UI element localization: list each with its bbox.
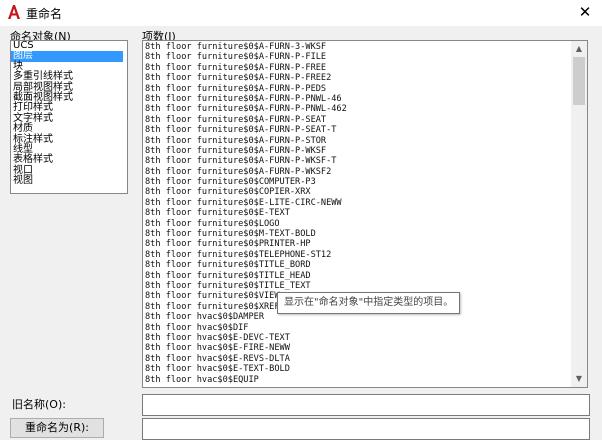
list-item[interactable]: 8th floor hvac$0$EQUIP bbox=[145, 375, 347, 385]
list-item[interactable]: 8th floor furniture$0$LOGO bbox=[145, 219, 347, 229]
list-item[interactable]: 8th floor furniture$0$A-FURN-P-WKSF2 bbox=[145, 167, 347, 177]
named-objects-list[interactable]: UCS 图层块多重引线样式 局部视图样式 截面视图样式 打印样式 文字样式 材质 标注样式 线型… bbox=[10, 40, 128, 194]
title-bar: 重命名 ✕ bbox=[0, 0, 602, 26]
type-item[interactable]: 视图 bbox=[11, 175, 127, 186]
old-name-field[interactable] bbox=[142, 394, 590, 416]
scroll-down-icon[interactable]: ▼ bbox=[571, 372, 587, 386]
list-item[interactable]: 8th floor furniture$0$M-TEXT-BOLD bbox=[145, 229, 347, 239]
list-item[interactable]: 8th floor hvac$0$E-FIRE-NEWW bbox=[145, 343, 347, 353]
scroll-up-icon[interactable]: ▲ bbox=[571, 42, 587, 56]
scroll-thumb[interactable] bbox=[573, 57, 585, 105]
list-item[interactable]: 8th floor furniture$0$TITLE_BORD bbox=[145, 260, 347, 270]
list-item[interactable]: 8th floor hvac$0$E-TEXT-BOLD bbox=[145, 364, 347, 374]
list-item[interactable]: 8th floor furniture$0$TITLE_TEXT bbox=[145, 281, 347, 291]
list-item[interactable]: 8th floor furniture$0$TITLE_HEAD bbox=[145, 271, 347, 281]
list-item[interactable]: 8th floor furniture$0$COPIER-XRX bbox=[145, 187, 347, 197]
type-item[interactable]: 多重引线样式 bbox=[11, 71, 127, 82]
list-item[interactable]: 8th floor furniture$0$A-FURN-P-PNWL-46 bbox=[145, 94, 347, 104]
list-item[interactable]: 8th floor furniture$0$TELEPHONE-ST12 bbox=[145, 250, 347, 260]
items-rows: 8th floor furniture$0$A-FURN-3-WKSF 8th f… bbox=[145, 42, 347, 385]
list-item[interactable]: 8th floor hvac$0$E-REVS-DLTA bbox=[145, 354, 347, 364]
list-item[interactable]: 8th floor furniture$0$A-FURN-P-PNWL-462 bbox=[145, 104, 347, 114]
list-item[interactable]: 8th floor furniture$0$A-FURN-P-FREE bbox=[145, 63, 347, 73]
autocad-app-icon bbox=[8, 5, 20, 19]
list-item[interactable]: 8th floor furniture$0$A-FURN-P-PEDS bbox=[145, 84, 347, 94]
list-item[interactable]: 8th floor hvac$0$E-DEVC-TEXT bbox=[145, 333, 347, 343]
list-item[interactable]: 8th floor furniture$0$A-FURN-P-SEAT bbox=[145, 115, 347, 125]
vertical-scrollbar[interactable]: ▲ ▼ bbox=[571, 41, 587, 387]
list-item[interactable]: 8th floor hvac$0$DIF bbox=[145, 323, 347, 333]
list-item[interactable]: 8th floor furniture$0$E-LITE-CIRC-NEWW bbox=[145, 198, 347, 208]
tooltip: 显示在"命名对象"中指定类型的项目。 bbox=[277, 292, 461, 314]
list-item[interactable]: 8th floor furniture$0$A-FURN-3-WKSF bbox=[145, 42, 347, 52]
list-item[interactable]: 8th floor furniture$0$COMPUTER-P3 bbox=[145, 177, 347, 187]
type-item[interactable]: 图层 bbox=[11, 50, 123, 62]
list-item[interactable]: 8th floor furniture$0$A-FURN-P-WKSF bbox=[145, 146, 347, 156]
list-item[interactable]: 8th floor furniture$0$A-FURN-P-SEAT-T bbox=[145, 125, 347, 135]
window-title: 重命名 bbox=[26, 7, 63, 21]
old-name-label: 旧名称(O): bbox=[12, 398, 66, 411]
list-item[interactable]: 8th floor furniture$0$A-FURN-P-STOR bbox=[145, 136, 347, 146]
items-list[interactable]: 8th floor furniture$0$A-FURN-3-WKSF 8th f… bbox=[142, 40, 588, 388]
rename-to-button[interactable]: 重命名为(R): bbox=[10, 418, 104, 438]
list-item[interactable]: 8th floor furniture$0$E-TEXT bbox=[145, 208, 347, 218]
list-item[interactable]: 8th floor furniture$0$A-FURN-P-WKSF-T bbox=[145, 156, 347, 166]
list-item[interactable]: 8th floor furniture$0$PRINTER-HP bbox=[145, 239, 347, 249]
close-button[interactable]: ✕ bbox=[568, 0, 602, 26]
list-item[interactable]: 8th floor furniture$0$A-FURN-P-FILE bbox=[145, 52, 347, 62]
rename-to-field[interactable] bbox=[142, 418, 590, 440]
type-item[interactable]: 材质 bbox=[11, 123, 127, 134]
list-item[interactable]: 8th floor furniture$0$A-FURN-P-FREE2 bbox=[145, 73, 347, 83]
